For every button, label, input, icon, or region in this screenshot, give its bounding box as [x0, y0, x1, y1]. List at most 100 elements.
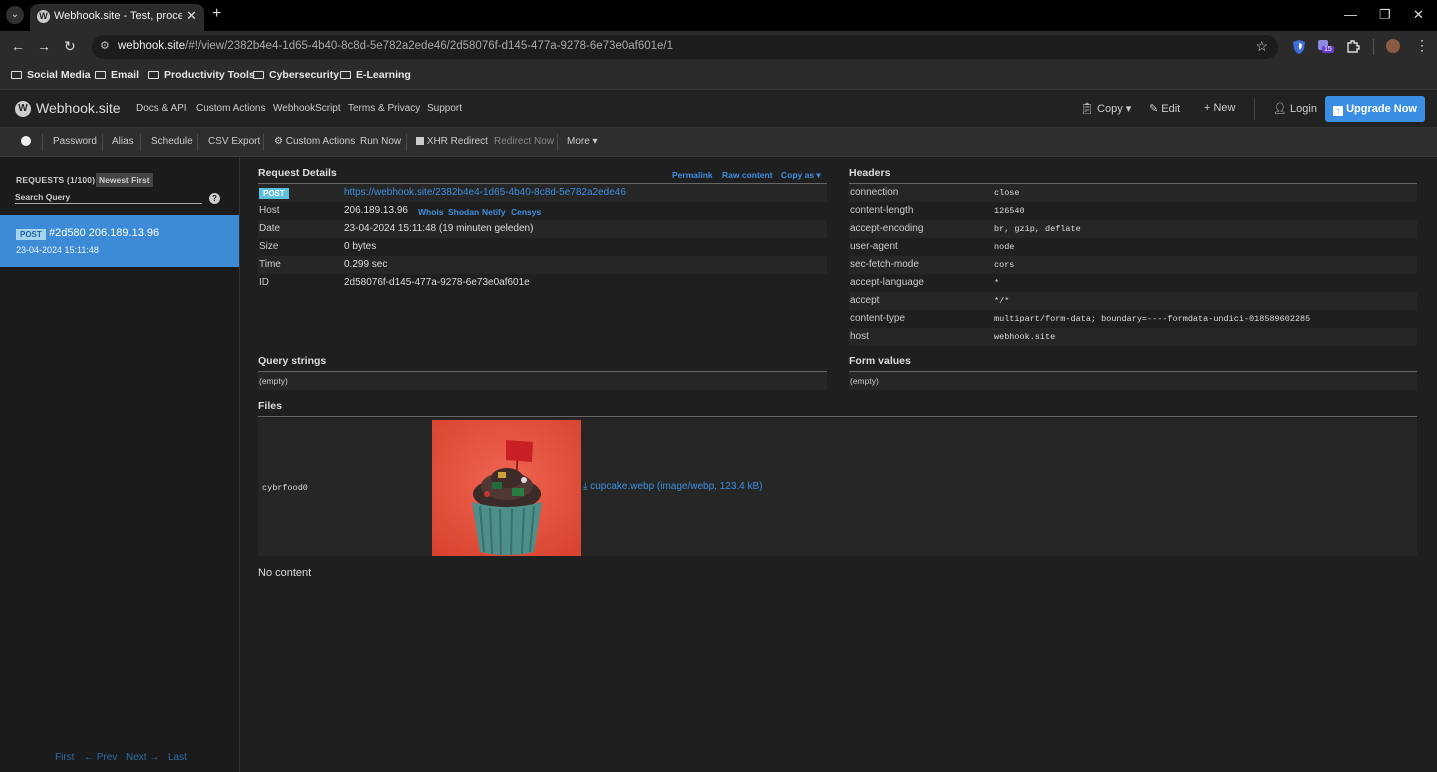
search-query-input[interactable] — [15, 190, 202, 204]
shield-extension-icon[interactable] — [1292, 39, 1306, 55]
webhook-favicon-icon: W — [37, 10, 50, 23]
edit-icon: ✎ — [1149, 103, 1159, 115]
censys-link[interactable]: Censys — [511, 207, 541, 217]
header-name: connection — [850, 187, 899, 198]
close-tab-icon[interactable]: ✕ — [186, 8, 197, 24]
copy-button[interactable]: 📋︎ Copy ▾ — [1080, 102, 1131, 115]
host-value: 206.189.13.96 — [344, 205, 408, 216]
folder-icon — [148, 71, 159, 79]
extension-badge-icon[interactable]: 15 — [1318, 40, 1336, 56]
divider — [557, 134, 558, 151]
clipboard-icon: 📋︎ — [1080, 103, 1094, 115]
app-navbar: W Webhook.site Docs & API Custom Actions… — [0, 90, 1437, 128]
site-settings-icon[interactable]: ⚙ — [100, 39, 110, 52]
bookmark-cybersecurity[interactable]: Cybersecurity — [253, 69, 339, 81]
permalink-link[interactable]: Permalink — [672, 170, 713, 180]
alias-button[interactable]: Alias — [112, 136, 134, 147]
profile-avatar[interactable] — [1386, 39, 1400, 53]
password-button[interactable]: Password — [53, 136, 97, 147]
divider — [258, 416, 1417, 417]
raw-content-link[interactable]: Raw content — [722, 170, 773, 180]
xhr-redirect-toggle[interactable]: XHR Redirect — [416, 136, 488, 147]
brand-name[interactable]: Webhook.site — [36, 100, 121, 116]
size-label: Size — [259, 241, 279, 252]
header-name: accept-encoding — [850, 223, 924, 234]
bookmark-star-icon[interactable]: ☆ — [1255, 38, 1268, 55]
query-empty: (empty) — [259, 376, 288, 386]
header-name: accept-language — [850, 277, 924, 288]
more-dropdown[interactable]: More ▾ — [567, 136, 598, 147]
tab-title: Webhook.site - Test, process a — [54, 10, 182, 22]
divider — [102, 134, 103, 151]
header-value: br, gzip, deflate — [994, 224, 1081, 234]
form-values-title: Form values — [849, 355, 911, 367]
status-toggle[interactable] — [21, 136, 31, 146]
row-bg — [849, 292, 1417, 310]
pager-first[interactable]: First — [55, 752, 74, 763]
address-bar[interactable]: ⚙ webhook.site/#!/view/2382b4e4-1d65-4b4… — [92, 35, 1278, 59]
whois-link[interactable]: Whois — [418, 207, 444, 217]
method-badge: POST — [259, 188, 289, 199]
folder-icon — [11, 71, 22, 79]
cupcake-image[interactable] — [432, 420, 581, 556]
checkbox-icon[interactable] — [416, 137, 424, 145]
user-icon: 👤︎ — [1273, 103, 1287, 115]
header-value: cors — [994, 260, 1015, 270]
webhook-logo-icon[interactable]: W — [15, 101, 31, 117]
tab-search-icon[interactable]: ⌄ — [6, 6, 24, 24]
nav-terms-privacy[interactable]: Terms & Privacy — [348, 103, 420, 114]
custom-actions-button[interactable]: ⚙ Custom Actions — [274, 136, 355, 147]
netify-link[interactable]: Netify — [482, 207, 506, 217]
new-button[interactable]: + New — [1204, 102, 1236, 114]
requests-sidebar: REQUESTS (1/100) Newest First ? POST #2d… — [0, 157, 240, 772]
edit-button[interactable]: ✎ Edit — [1149, 102, 1180, 115]
minimize-icon[interactable]: — — [1344, 7, 1357, 22]
nav-support[interactable]: Support — [427, 103, 462, 114]
browser-tab-active[interactable]: W Webhook.site - Test, process a ✕ — [30, 4, 204, 31]
method-badge: POST — [16, 229, 46, 240]
restore-icon[interactable]: ❐ — [1379, 7, 1391, 23]
row-bg — [849, 256, 1417, 274]
bookmark-email[interactable]: Email — [95, 69, 139, 81]
pager-next[interactable]: Next → — [126, 752, 159, 763]
bookmark-e-learning[interactable]: E-Learning — [340, 69, 411, 81]
row-bg — [849, 220, 1417, 238]
copy-as-dropdown[interactable]: Copy as ▾ — [781, 170, 821, 181]
run-now-button[interactable]: Run Now — [360, 136, 401, 147]
reload-icon[interactable]: ↻ — [64, 38, 76, 55]
csv-export-button[interactable]: CSV Export — [208, 136, 260, 147]
schedule-button[interactable]: Schedule — [151, 136, 193, 147]
row-bg — [849, 184, 1417, 202]
header-name: sec-fetch-mode — [850, 259, 919, 270]
file-download-link[interactable]: ⤓ cupcake.webp (image/webp, 123.4 kB) — [583, 481, 763, 492]
bookmark-productivity-tools[interactable]: Productivity Tools — [148, 69, 255, 81]
headers-title: Headers — [849, 167, 891, 179]
nav-custom-actions[interactable]: Custom Actions — [196, 103, 265, 114]
chrome-menu-icon[interactable]: ⋮ — [1415, 37, 1429, 54]
request-list-item[interactable]: POST #2d580 206.189.13.96 23-04-2024 15:… — [0, 215, 239, 267]
pager-prev[interactable]: ← Prev — [84, 752, 117, 763]
nav-webhookscript[interactable]: WebhookScript — [273, 103, 341, 114]
row-bg — [849, 328, 1417, 346]
bookmark-social-media[interactable]: Social Media — [11, 69, 91, 81]
shodan-link[interactable]: Shodan — [448, 207, 479, 217]
upgrade-now-button[interactable]: ↑ Upgrade Now — [1325, 96, 1425, 122]
back-icon[interactable]: ← — [11, 38, 25, 54]
window-close-icon[interactable]: ✕ — [1413, 7, 1424, 23]
divider — [42, 134, 43, 151]
header-name: host — [850, 331, 869, 342]
redirect-now-button[interactable]: Redirect Now — [494, 136, 554, 147]
puzzle-extensions-icon[interactable] — [1346, 39, 1360, 53]
nav-docs-api[interactable]: Docs & API — [136, 103, 187, 114]
help-icon[interactable]: ? — [209, 193, 220, 204]
login-button[interactable]: 👤︎ Login — [1273, 102, 1317, 115]
host-label: Host — [259, 205, 280, 216]
new-tab-icon[interactable]: + — [212, 5, 221, 23]
request-url-link[interactable]: https://webhook.site/2382b4e4-1d65-4b40-… — [344, 187, 626, 198]
pager-last[interactable]: Last — [168, 752, 187, 763]
forward-icon[interactable]: → — [37, 38, 51, 54]
sort-newest-first[interactable]: Newest First — [96, 173, 153, 187]
time-label: Time — [259, 259, 281, 270]
request-date: 23-04-2024 15:11:48 — [16, 245, 99, 255]
divider — [263, 134, 264, 151]
